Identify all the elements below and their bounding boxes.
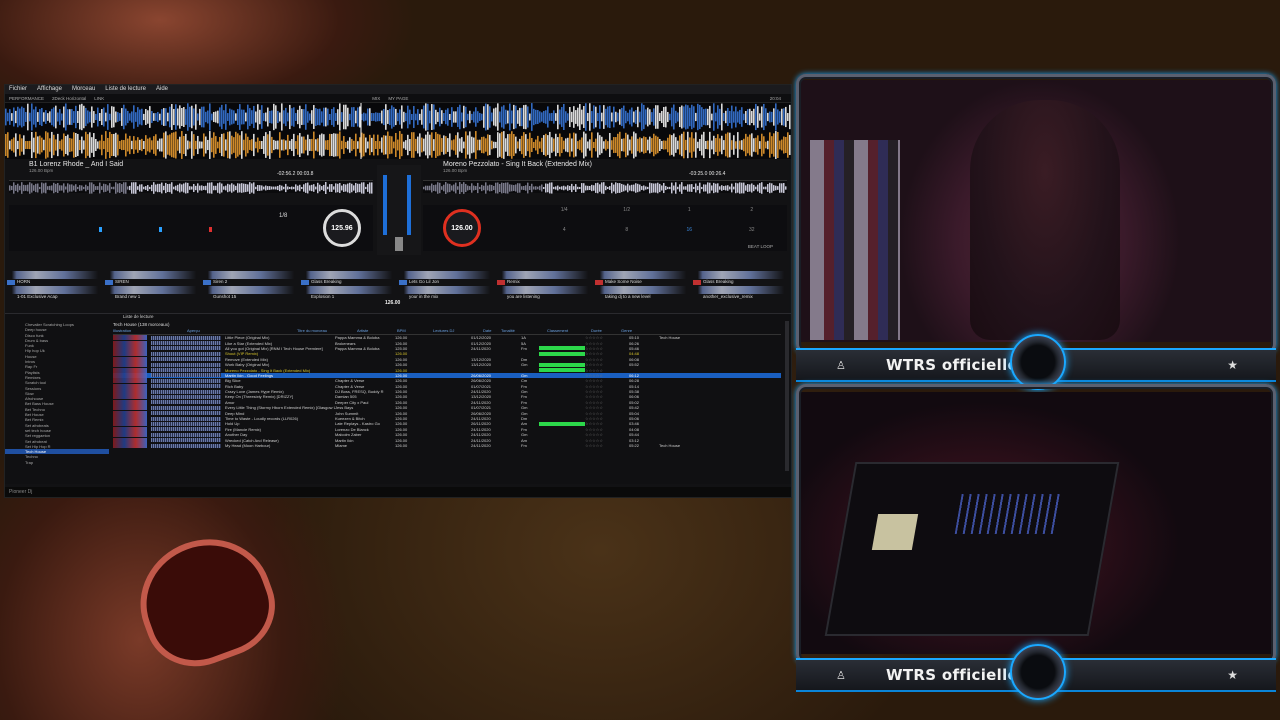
- sampler-slot[interactable]: Glass Breaking Explosion 1: [301, 271, 397, 311]
- link-button[interactable]: LINK: [94, 96, 104, 101]
- loop-pad-6[interactable]: 8: [596, 227, 659, 247]
- track-list-header: Illustration Aperçu Titre du morceau Artist…: [113, 328, 781, 335]
- deck1-bpm: 125.96: [331, 224, 353, 232]
- playlist-tree[interactable]: Chevalier Scratching Loops Deep house Disc…: [5, 322, 109, 482]
- mix-button[interactable]: MIX: [372, 96, 380, 101]
- master-bpm: 126.00: [385, 300, 401, 306]
- beat-loop-label[interactable]: BEAT LOOP: [748, 244, 773, 249]
- deck1-time-elapsed: 00:03.8: [296, 171, 314, 177]
- clock: 20:04: [769, 95, 781, 101]
- deck2-times: -03:25.0 00:26.4: [689, 171, 725, 177]
- browser-panel: Liste de lecture Chevalier Scratching Lo…: [5, 313, 791, 484]
- star-icon: ★: [1227, 668, 1238, 682]
- deck1-times: -02:56.2 00:03.8: [277, 171, 313, 177]
- deck1-title: B1 Lorenz Rhode _ And I Said: [29, 161, 124, 168]
- deck1-overview[interactable]: [9, 180, 373, 194]
- table-row[interactable]: My Head (Moon Harbour) Mlame 126.00 24/11/2…: [113, 443, 781, 448]
- deck2-title: Moreno Pezzolato - Sing It Back (Extende…: [443, 161, 593, 168]
- webcam-top-namebar: ♙ WTRS officielle ★: [796, 334, 1276, 390]
- track-list[interactable]: Tech House (138 morceaux) Illustration Ap…: [113, 322, 781, 482]
- deck2-sub-bpm: 126.00 Bpm: [443, 168, 468, 173]
- loop-pad-2[interactable]: 1/2: [596, 207, 659, 227]
- sampler-slot[interactable]: Lets Go Lil Jon your in the mix: [399, 271, 495, 311]
- webcam-bottom-namebar: ♙ WTRS officielle ★: [796, 644, 1276, 700]
- webcam-top-frame: [796, 74, 1276, 354]
- loop-pad-4[interactable]: 2: [721, 207, 784, 227]
- streamer-name-top: WTRS officielle: [886, 356, 1019, 374]
- my-page-button[interactable]: MY PAGE: [388, 96, 408, 101]
- sampler-slot[interactable]: SIREN Brand new 1: [105, 271, 201, 311]
- column-header[interactable]: BPM: [397, 328, 433, 334]
- column-header[interactable]: Tonalité: [501, 328, 547, 334]
- menu-item-liste[interactable]: Liste de lecture: [105, 85, 146, 94]
- sampler-slot[interactable]: Glass Breaking another_exclusive_remix: [693, 271, 789, 311]
- column-header[interactable]: Date d'ajout: [483, 328, 501, 334]
- layout-select[interactable]: 2Deck Horizontal: [52, 96, 86, 101]
- rekordbox-window: Fichier Affichage Morceau Liste de lectu…: [4, 84, 792, 498]
- deck1-time-remaining: -02:56.2: [277, 171, 296, 177]
- star-icon: ★: [1227, 358, 1238, 372]
- deck2-jog[interactable]: 126.00: [443, 209, 481, 247]
- deck2-overview[interactable]: [423, 180, 787, 194]
- menu-item-morceau[interactable]: Morceau: [72, 85, 95, 94]
- deck1-sub-bpm: 126.00 Bpm: [29, 168, 54, 173]
- waveform-svg: [5, 103, 791, 159]
- waveform-display[interactable]: [5, 103, 791, 159]
- sampler-slot[interactable]: Siren 2 Gunshot 15: [203, 271, 299, 311]
- status-bar: Pioneer Dj: [5, 487, 791, 497]
- deck1-loop-size[interactable]: 1/8: [279, 213, 287, 219]
- column-header[interactable]: Artiste: [357, 328, 397, 334]
- user-icon: ♙: [836, 669, 846, 682]
- menu-item-fichier[interactable]: Fichier: [9, 85, 27, 94]
- column-header[interactable]: Durée: [591, 328, 621, 334]
- hotcue-c[interactable]: [209, 227, 212, 232]
- filter-label: Liste de lecture: [123, 314, 154, 319]
- deck2-time-elapsed: 00:26.4: [708, 171, 726, 177]
- menu-item-affichage[interactable]: Affichage: [37, 85, 62, 94]
- hotcue-b[interactable]: [159, 227, 162, 232]
- deck1-controls: 1/8 125.96: [9, 205, 373, 251]
- column-header[interactable]: Lectures DJ: [433, 328, 483, 334]
- column-header[interactable]: Illustration: [113, 328, 187, 334]
- deck1-jog[interactable]: 125.96: [323, 209, 361, 247]
- column-header[interactable]: Classement: [547, 328, 591, 334]
- column-header[interactable]: Genre: [621, 328, 661, 334]
- menu-item-aide[interactable]: Aide: [156, 85, 168, 94]
- loop-pad-1[interactable]: 1/4: [533, 207, 596, 227]
- streamer-name-bottom: WTRS officielle: [886, 666, 1019, 684]
- tree-item[interactable]: Trap: [5, 460, 109, 465]
- deck2-time-remaining: -03:25.0: [689, 171, 708, 177]
- user-icon: ♙: [836, 359, 846, 372]
- column-header[interactable]: Aperçu: [187, 328, 297, 334]
- hotcue-a[interactable]: [99, 227, 102, 232]
- mode-select[interactable]: PERFORMANCE: [9, 96, 44, 101]
- mixer-section[interactable]: [377, 165, 421, 255]
- menu-bar: Fichier Affichage Morceau Liste de lectu…: [5, 85, 791, 94]
- webcam-bottom-frame: [796, 384, 1276, 664]
- sampler-slot[interactable]: Make Some Noise taking dj to a new level: [595, 271, 691, 311]
- deck1-info: B1 Lorenz Rhode _ And I Said 126.00 Bpm: [29, 161, 123, 173]
- loop-pad-7[interactable]: 16: [658, 227, 721, 247]
- track-scrollbar[interactable]: [785, 321, 789, 471]
- sampler-slot[interactable]: Remix you are listening: [497, 271, 593, 311]
- sampler-slot[interactable]: HORN 1-01 Exclusive Acap: [7, 271, 103, 311]
- column-header[interactable]: Titre du morceau: [297, 328, 357, 334]
- emblem-icon: [1010, 334, 1066, 390]
- deck2-bpm: 126.00: [451, 224, 473, 232]
- emblem-icon: [1010, 644, 1066, 700]
- top-toolbar: PERFORMANCE 2Deck Horizontal LINK MIX MY…: [5, 94, 791, 103]
- deck2-controls: 126.00 1/4 1/2 1 2 4 8 16 32 BEAT LOOP: [423, 205, 787, 251]
- loop-pad-3[interactable]: 1: [658, 207, 721, 227]
- deck2-info: Moreno Pezzolato - Sing It Back (Extende…: [443, 161, 592, 173]
- loop-pad-5[interactable]: 4: [533, 227, 596, 247]
